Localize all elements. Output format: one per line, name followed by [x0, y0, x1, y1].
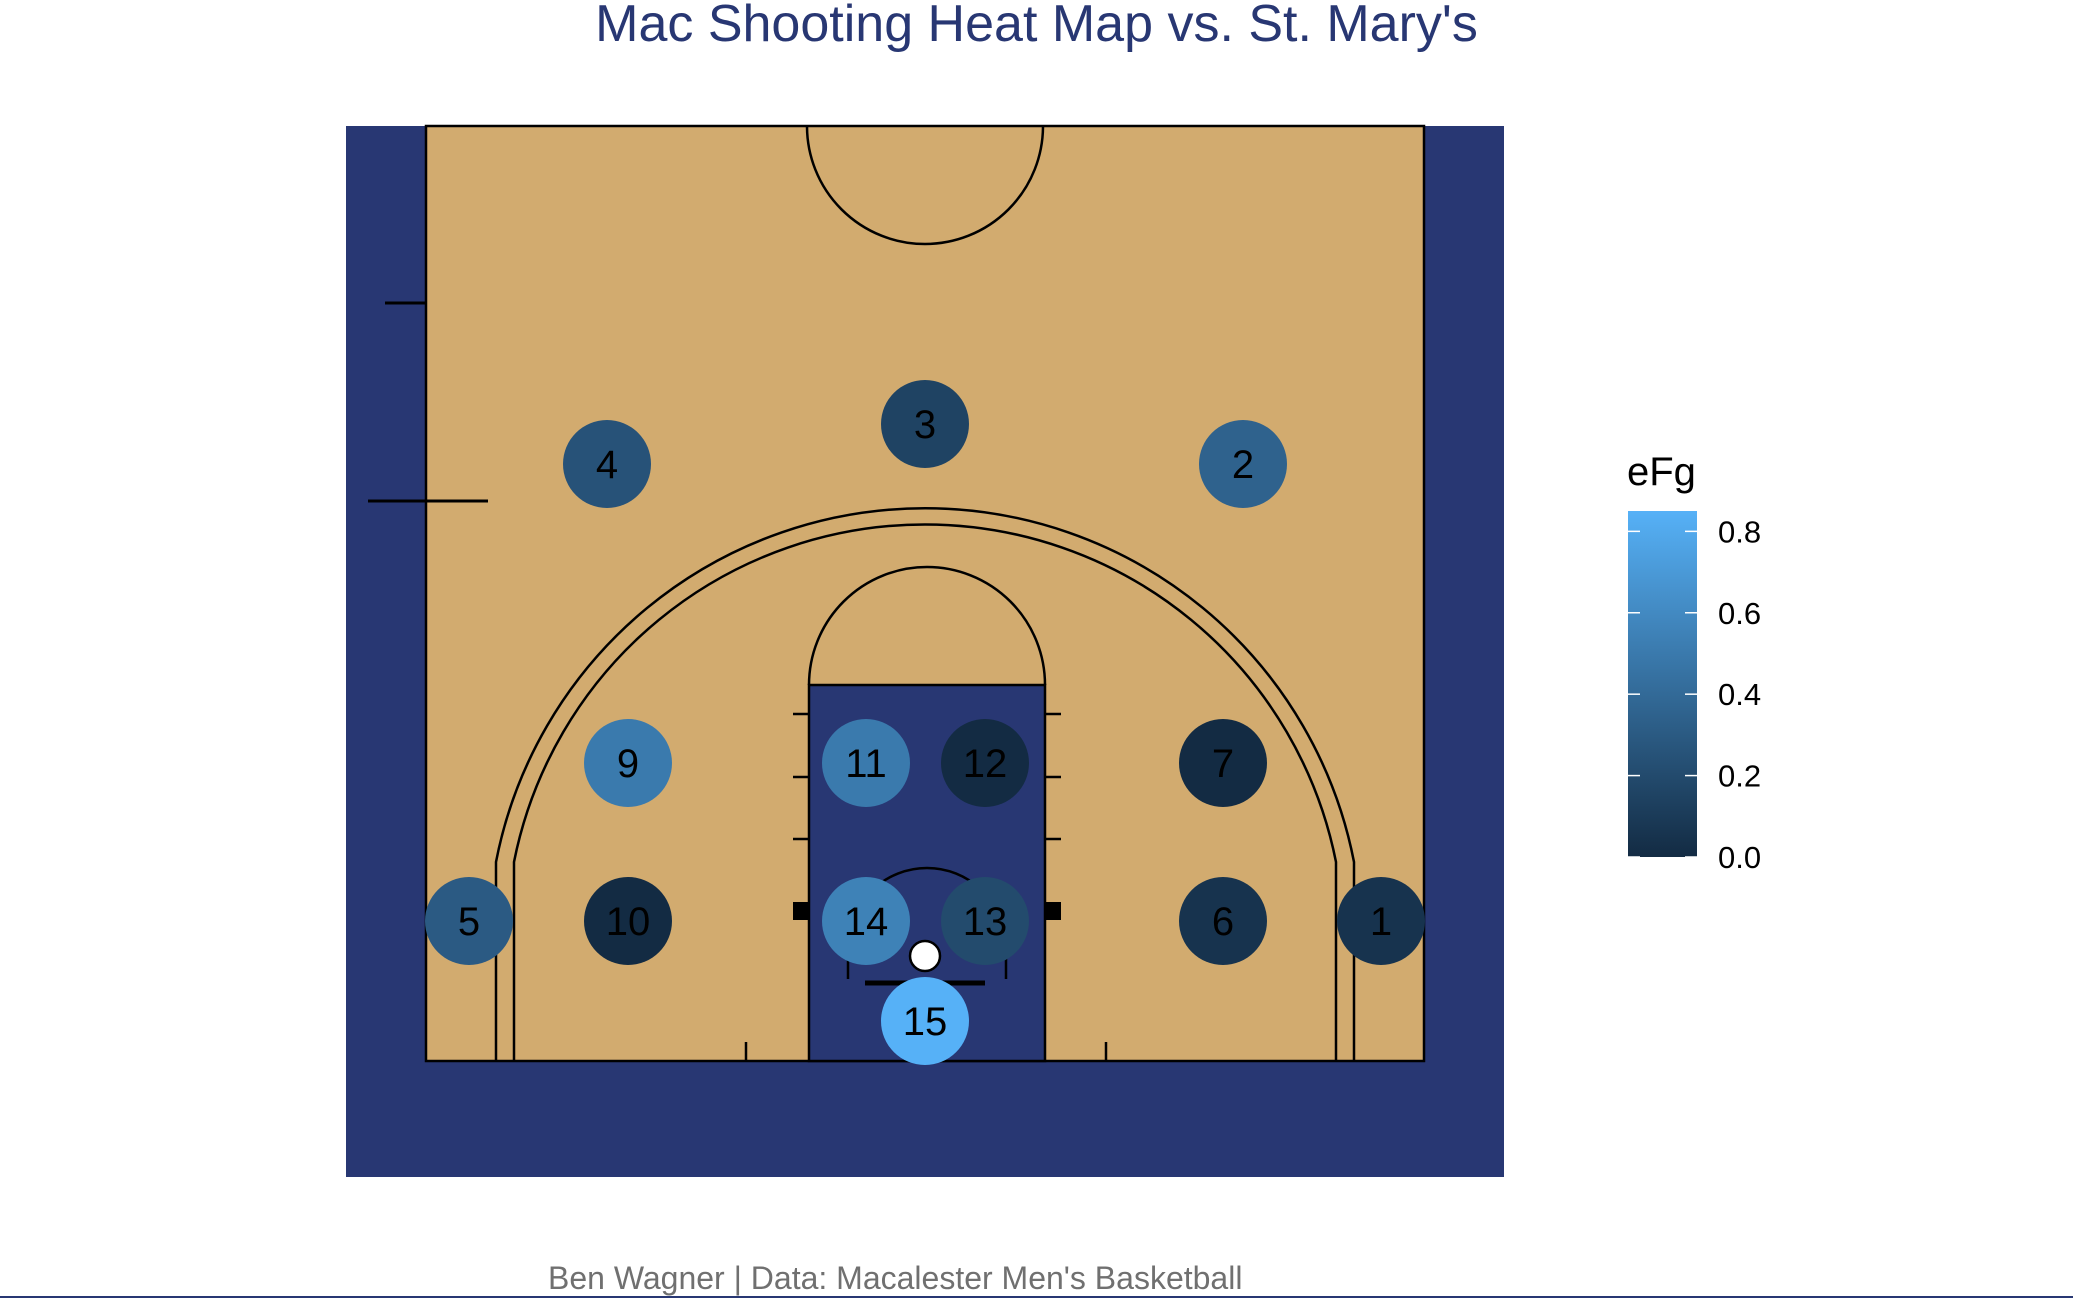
shot-zone-6: 6	[1179, 877, 1267, 965]
shot-zone-label: 3	[914, 403, 936, 447]
shot-zone-label: 5	[458, 900, 480, 944]
legend-tick-label: 0.2	[1718, 759, 1761, 794]
lane-block-right	[1045, 902, 1061, 920]
legend-tick-label: 0.0	[1718, 840, 1761, 875]
shot-zone-14: 14	[822, 877, 910, 965]
legend-tick-label: 0.8	[1718, 514, 1761, 549]
shot-zone-5: 5	[425, 877, 513, 965]
shot-zone-label: 4	[596, 443, 618, 487]
court-heat-map: 12345 6791011 12131415 eFg 0.00.20.40.60.8	[346, 124, 1761, 1177]
shot-zone-15: 15	[881, 977, 969, 1065]
legend-title: eFg	[1627, 450, 1696, 494]
shot-zone-9: 9	[584, 719, 672, 807]
shot-zone-label: 7	[1212, 742, 1234, 786]
shot-zone-12: 12	[941, 719, 1029, 807]
shot-zone-label: 6	[1212, 900, 1234, 944]
shot-zone-label: 15	[903, 1000, 948, 1044]
shot-zone-1: 1	[1337, 877, 1425, 965]
shot-zone-label: 9	[617, 742, 639, 786]
shot-zone-13: 13	[941, 877, 1029, 965]
shot-zone-label: 11	[845, 742, 887, 786]
legend: eFg 0.0 0.2 0.4 0.6 0.8	[1627, 450, 1761, 875]
chart-caption: Ben Wagner | Data: Macalester Men's Bask…	[548, 1260, 1243, 1296]
shot-zone-4: 4	[563, 420, 651, 508]
legend-colorbar	[1628, 511, 1697, 857]
shot-zone-label: 14	[844, 900, 889, 944]
rim	[908, 939, 942, 973]
shot-zone-label: 12	[963, 742, 1008, 786]
shot-zone-label: 2	[1232, 443, 1254, 487]
legend-tick-label: 0.4	[1718, 677, 1761, 712]
shot-zone-7: 7	[1179, 719, 1267, 807]
shot-zone-label: 13	[963, 900, 1008, 944]
shot-zone-11: 11	[822, 719, 910, 807]
shot-zone-10: 10	[584, 877, 672, 965]
legend-tick-label: 0.6	[1718, 596, 1761, 631]
shot-zone-3: 3	[881, 380, 969, 468]
shot-zone-2: 2	[1199, 420, 1287, 508]
lane-block-left	[793, 902, 809, 920]
shot-zone-label: 10	[606, 900, 651, 944]
shot-zone-label: 1	[1370, 900, 1392, 944]
